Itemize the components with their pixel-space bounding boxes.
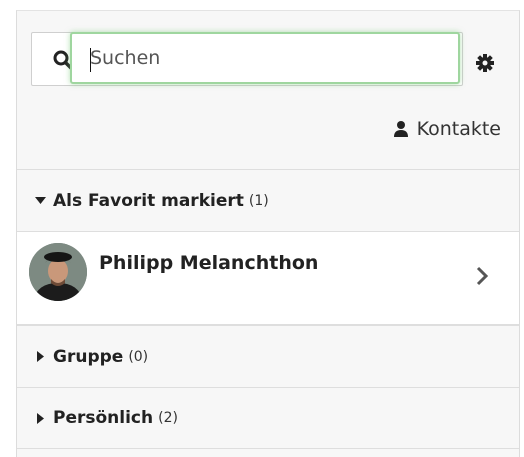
avatar	[29, 243, 87, 301]
search-box	[31, 32, 463, 86]
gear-icon[interactable]	[475, 53, 495, 73]
section-group-count: (0)	[128, 348, 149, 365]
avatar-portrait	[29, 243, 87, 301]
contact-row[interactable]: Philipp Melanchthon	[17, 231, 519, 325]
caret-right-icon	[37, 412, 44, 424]
search-input[interactable]	[72, 34, 458, 82]
caret-down-icon	[35, 197, 46, 204]
contacts-link-label: Kontakte	[416, 118, 501, 140]
user-icon	[393, 121, 408, 137]
chevron-right-icon[interactable]	[475, 265, 489, 287]
section-favorites-count: (1)	[248, 192, 269, 209]
section-group[interactable]: Gruppe (0)	[17, 325, 519, 387]
section-personal-label: Persönlich	[53, 408, 154, 428]
contacts-panel: Kontakte Als Favorit markiert (1) Philip…	[16, 10, 520, 457]
contacts-link[interactable]: Kontakte	[393, 118, 501, 140]
section-favorites-label: Als Favorit markiert	[53, 190, 244, 211]
section-personal[interactable]: Persönlich (2)	[17, 387, 519, 449]
section-favorites[interactable]: Als Favorit markiert (1)	[17, 169, 519, 231]
text-caret	[90, 48, 91, 72]
contact-name: Philipp Melanchthon	[99, 252, 319, 274]
search-input-focus-ring	[70, 32, 460, 84]
section-personal-count: (2)	[158, 410, 178, 426]
caret-right-icon	[37, 351, 44, 362]
section-group-label: Gruppe	[53, 346, 124, 367]
